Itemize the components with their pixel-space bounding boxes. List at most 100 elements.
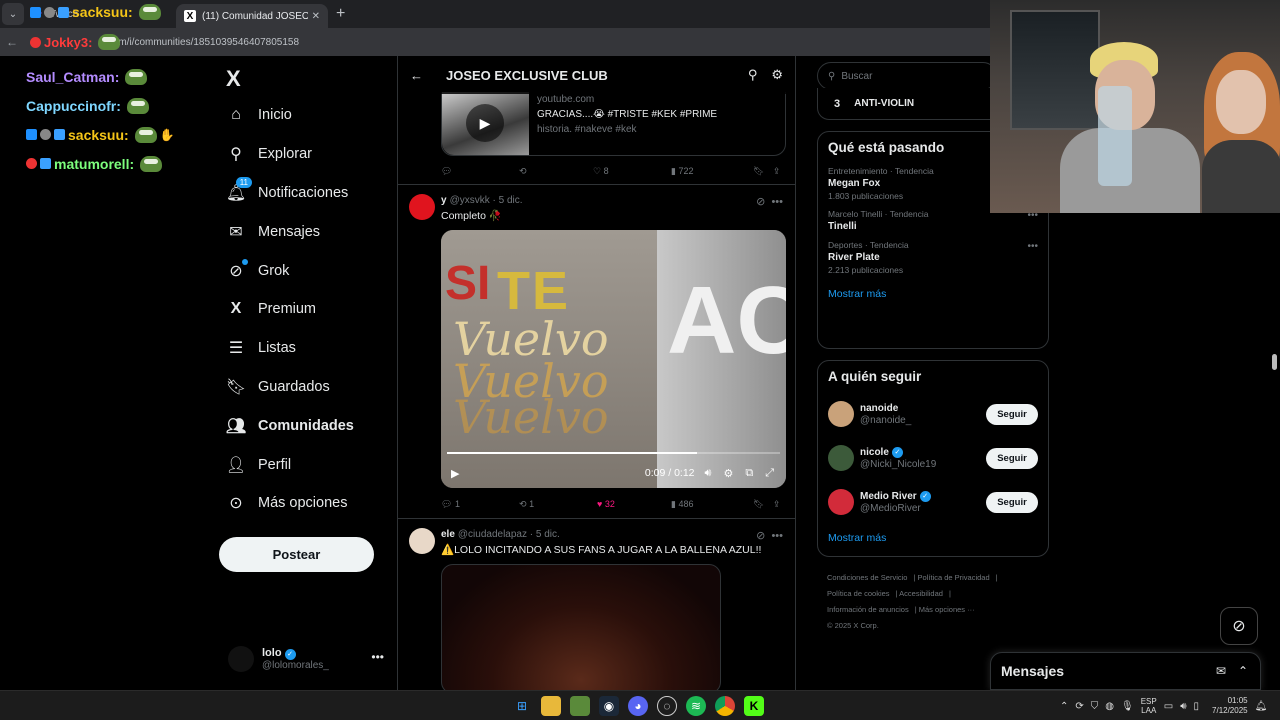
like-button[interactable]: ♥ 32 — [597, 499, 671, 509]
microphone-icon[interactable]: 🎙︎ — [1121, 701, 1134, 712]
post-button[interactable]: Postear — [219, 537, 374, 572]
reply-icon[interactable]: 💬︎ — [441, 166, 519, 177]
language-indicator[interactable]: ESP LAA — [1141, 697, 1157, 715]
avatar[interactable] — [409, 194, 435, 220]
search-icon[interactable]: ⚲ — [748, 67, 758, 83]
footer-link[interactable]: Información de anuncios — [827, 605, 909, 614]
show-more-link[interactable]: Mostrar más — [818, 280, 1048, 314]
battery-icon[interactable]: ▯ — [1194, 701, 1200, 712]
windows-start-icon[interactable]: ⊞ — [512, 696, 532, 716]
pepe-emote-icon — [138, 4, 161, 20]
nav-item-communities[interactable]: 👥︎ Comunidades — [226, 406, 354, 445]
footer-link[interactable]: Política de cookies — [827, 589, 890, 598]
chrome-icon[interactable] — [715, 696, 735, 716]
avatar[interactable] — [409, 528, 435, 554]
video-progress-bar[interactable] — [447, 452, 780, 454]
x-logo-icon[interactable]: X — [226, 66, 241, 92]
follow-suggestion[interactable]: nicole ✓ @Nicki_Nicole19 Seguir — [818, 436, 1048, 480]
scrollbar-thumb[interactable] — [1272, 354, 1277, 370]
nav-item-home[interactable]: ⌂ Inicio — [226, 96, 354, 135]
nav-item-explore[interactable]: ⚲ Explorar — [226, 135, 354, 174]
globe-icon[interactable]: ◍ — [1105, 701, 1114, 712]
chat-username: Jokky3: — [44, 34, 93, 50]
back-arrow-icon[interactable]: ← — [6, 35, 26, 49]
video-player[interactable]: SI TE Vuelvo Vuelvo Vuelvo AC ▶ 0:09 / 0… — [441, 230, 786, 488]
show-more-link[interactable]: Mostrar más — [818, 524, 1048, 558]
nav-item-more[interactable]: ⊙ Más opciones — [226, 484, 354, 523]
nav-item-bookmarks[interactable]: 🔖︎ Guardados — [226, 368, 354, 407]
shield-icon[interactable]: ⛉ — [1091, 701, 1099, 712]
browser-tab-community[interactable]: X (11) Comunidad JOSEO EXCLUS ✕ — [176, 4, 328, 28]
volume-icon[interactable]: 🔊︎ — [1180, 701, 1186, 712]
grok-floating-button[interactable]: ⊘ — [1220, 607, 1258, 645]
like-button[interactable]: ♡ 8 — [593, 166, 671, 177]
clock-date: 7/12/2025 — [1212, 706, 1248, 715]
repost-icon[interactable]: ⟲ — [519, 166, 593, 177]
new-tab-icon[interactable]: + — [336, 5, 345, 23]
search-box[interactable]: ⚲ — [817, 62, 997, 90]
footer-link[interactable]: Política de Privacidad — [918, 573, 990, 582]
display-name[interactable]: ele — [441, 529, 455, 540]
volume-icon[interactable]: 🔊︎ — [705, 467, 712, 480]
back-arrow-icon[interactable]: ← — [410, 68, 434, 83]
network-icon[interactable]: ▭ — [1164, 701, 1173, 712]
follow-button[interactable]: Seguir — [986, 403, 1038, 425]
tab-search-chevron-icon[interactable]: ⌄ — [2, 3, 24, 25]
chevron-up-icon[interactable]: ⌃ — [1060, 701, 1068, 712]
fullscreen-icon[interactable]: ⤢ — [765, 467, 774, 480]
nav-item-premium[interactable]: X Premium — [226, 290, 354, 329]
settings-icon[interactable]: ⚙ — [723, 467, 733, 480]
more-dots-icon[interactable]: ••• — [1027, 241, 1038, 252]
footer-link[interactable]: Condiciones de Servicio — [827, 573, 907, 582]
views-button[interactable]: ▮ 486 — [671, 499, 753, 510]
file-explorer-icon[interactable] — [541, 696, 561, 716]
notification-bell-icon[interactable]: 🔔︎ — [1255, 701, 1268, 712]
new-message-icon[interactable]: ✉ — [1216, 664, 1226, 678]
follow-suggestion[interactable]: Medio River ✓ @MedioRiver Seguir — [818, 480, 1048, 524]
grok-and-more-icons[interactable]: ⊘ ••• — [756, 195, 783, 208]
close-tab-icon[interactable]: ✕ — [312, 11, 320, 22]
account-switcher[interactable]: lolo ✓ @lolomorales_ ••• — [228, 644, 388, 674]
tweet-actions: 💬︎ ⟲ ♡ 8 ▮ 722 🔖︎ ⇪ — [441, 162, 786, 180]
kick-icon[interactable]: K — [744, 696, 764, 716]
play-icon[interactable]: ▶ — [451, 467, 459, 480]
nav-item-notifications[interactable]: 🔔︎ 11 Notificaciones — [226, 174, 354, 213]
follow-button[interactable]: Seguir — [986, 491, 1038, 513]
share-icon[interactable]: ⇪ — [773, 499, 781, 510]
bookmark-icon[interactable]: 🔖︎ — [753, 499, 773, 510]
search-input[interactable] — [841, 70, 982, 82]
nav-label: Mensajes — [258, 223, 321, 240]
follow-suggestion[interactable]: nanoide @nanoide_ Seguir — [818, 392, 1048, 436]
account-handle: @lolomorales_ — [262, 659, 329, 671]
views-button[interactable]: ▮ 722 — [671, 166, 753, 177]
steam-icon[interactable]: ◉ — [599, 696, 619, 716]
trend-item[interactable]: Deportes · Tendencia River Plate 2.213 p… — [818, 237, 1048, 280]
messages-drawer[interactable]: Mensajes ✉ ⌃ — [990, 652, 1261, 690]
follow-button[interactable]: Seguir — [986, 447, 1038, 469]
sync-icon[interactable]: ⟳ — [1075, 701, 1083, 712]
rank-number: 3 — [834, 97, 841, 110]
gear-icon[interactable]: ⚙ — [771, 67, 783, 83]
footer-link[interactable]: Accesibilidad — [899, 589, 943, 598]
tweet-media[interactable] — [441, 564, 721, 690]
nav-item-grok[interactable]: ⊘ Grok — [226, 251, 354, 290]
more-dots-icon[interactable]: ••• — [371, 650, 384, 664]
obs-icon[interactable]: ◌ — [657, 696, 677, 716]
repost-button[interactable]: ⟲ 1 — [519, 499, 597, 510]
pip-icon[interactable]: ⧉ — [745, 467, 753, 480]
bookmark-icon[interactable]: 🔖︎ — [753, 166, 773, 177]
spotify-icon[interactable]: ≋ — [686, 696, 706, 716]
nav-item-messages[interactable]: ✉ Mensajes — [226, 212, 354, 251]
clock[interactable]: 01:05 7/12/2025 — [1212, 696, 1248, 716]
display-name[interactable]: y — [441, 195, 447, 206]
minecraft-icon[interactable] — [570, 696, 590, 716]
nav-item-lists[interactable]: ☰ Listas — [226, 329, 354, 368]
grok-and-more-icons[interactable]: ⊘ ••• — [756, 529, 783, 542]
discord-icon[interactable]: ◕ — [628, 696, 648, 716]
nav-item-profile[interactable]: 👤︎ Perfil — [226, 445, 354, 484]
chevron-up-icon[interactable]: ⌃ — [1238, 664, 1248, 678]
footer-link[interactable]: Más opciones ··· — [919, 605, 975, 614]
link-card[interactable]: ▶ youtube.com GRACIAS....😭 #TRISTE #KEK … — [441, 92, 786, 156]
reply-button[interactable]: 💬︎ 1 — [441, 499, 519, 510]
share-icon[interactable]: ⇪ — [773, 166, 781, 177]
